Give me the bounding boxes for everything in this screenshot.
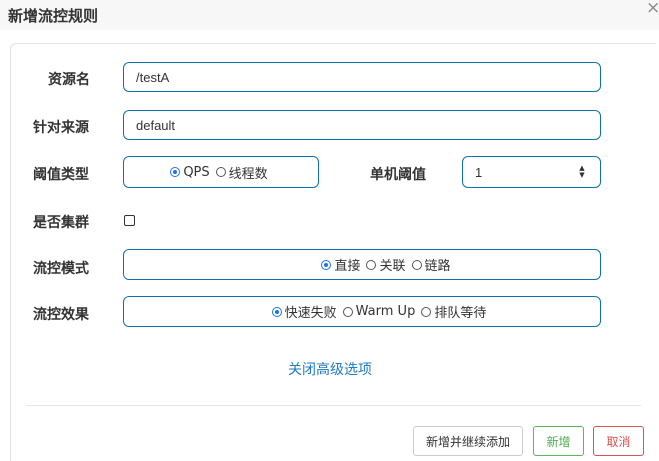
radio-icon[interactable] (421, 306, 432, 317)
control-effect-option-queue[interactable]: 排队等待 (421, 302, 486, 321)
control-mode-option-direct[interactable]: 直接 (321, 255, 360, 274)
single-threshold-field[interactable]: ▲▼ (462, 156, 601, 188)
radio-icon[interactable] (366, 259, 377, 270)
origin-input[interactable] (124, 111, 600, 139)
threshold-type-group: QPS 线程数 (123, 156, 319, 188)
spinner-arrows-icon[interactable]: ▲ ▼ (578, 165, 586, 179)
toggle-advanced-options-link[interactable]: 关闭高级选项 (288, 359, 372, 379)
threshold-type-label: 阈值类型 (33, 167, 89, 183)
radio-icon[interactable] (215, 167, 226, 177)
option-label: QPS (183, 164, 210, 180)
control-effect-option-warm-up[interactable]: Warm Up (342, 304, 416, 319)
footer-divider (26, 405, 641, 406)
cluster-checkbox[interactable] (124, 215, 135, 226)
control-effect-group: 快速失败 Warm Up 排队等待 (123, 296, 601, 327)
radio-checked-icon[interactable] (170, 167, 181, 177)
control-mode-option-chain[interactable]: 链路 (411, 255, 451, 274)
option-label: Warm Up (355, 304, 416, 319)
option-label: 快速失败 (284, 306, 337, 321)
control-effect-option-fast-fail[interactable]: 快速失败 (271, 302, 337, 321)
radio-icon[interactable] (411, 259, 422, 270)
add-button[interactable]: 新增 (533, 426, 584, 456)
dialog-title: 新增流控规则 (8, 7, 99, 25)
origin-field[interactable] (123, 110, 601, 140)
add-and-continue-button[interactable]: 新增并继续添加 (413, 426, 523, 456)
dialog-header (0, 0, 659, 30)
control-mode-option-relate[interactable]: 关联 (366, 255, 406, 274)
option-label: 链路 (424, 259, 451, 274)
cluster-label: 是否集群 (33, 215, 89, 231)
option-label: 线程数 (228, 166, 268, 182)
threshold-type-option-thread[interactable]: 线程数 (215, 163, 268, 182)
resource-label: 资源名 (48, 72, 90, 88)
option-label: 直接 (334, 259, 361, 274)
close-icon[interactable]: × (646, 0, 659, 18)
cancel-button[interactable]: 取消 (593, 426, 644, 456)
control-effect-label: 流控效果 (33, 307, 89, 323)
control-mode-label: 流控模式 (33, 261, 89, 277)
add-flow-rule-dialog: 新增流控规则 × 资源名 针对来源 阈值类型 QPS 线程数 单机阈值 ▲▼ 是… (0, 0, 659, 461)
threshold-type-option-qps[interactable]: QPS (170, 164, 210, 180)
radio-checked-icon[interactable] (321, 259, 332, 270)
option-label: 关联 (379, 259, 406, 274)
resource-field[interactable] (123, 62, 601, 92)
radio-icon[interactable] (342, 306, 353, 317)
origin-label: 针对来源 (33, 120, 89, 136)
resource-input[interactable] (124, 63, 600, 91)
option-label: 排队等待 (434, 306, 487, 321)
control-mode-group: 直接 关联 链路 (123, 249, 601, 280)
single-threshold-label: 单机阈值 (370, 167, 426, 183)
radio-checked-icon[interactable] (271, 306, 282, 317)
